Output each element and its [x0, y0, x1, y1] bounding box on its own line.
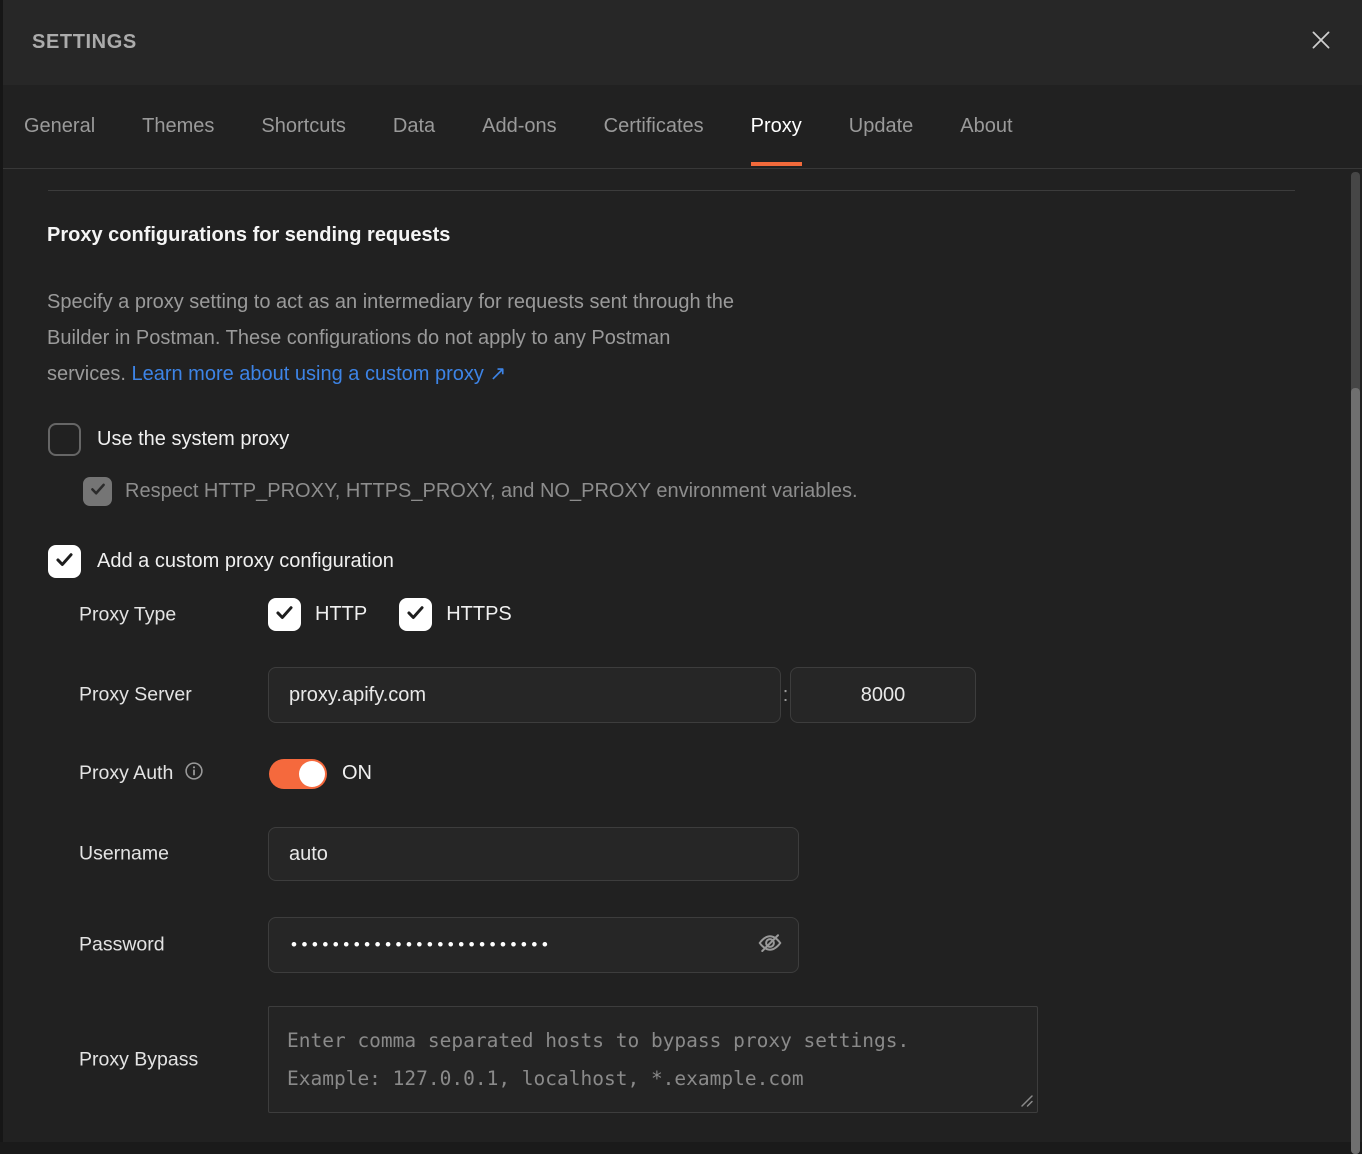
- check-icon: [89, 480, 107, 503]
- https-label: HTTPS: [446, 603, 512, 626]
- check-icon: [54, 549, 75, 575]
- resize-handle-icon[interactable]: [1019, 1093, 1034, 1108]
- proxy-type-https-option: HTTPS: [399, 598, 512, 631]
- host-port-separator: :: [781, 684, 790, 707]
- password-label: Password: [79, 934, 165, 957]
- respect-env-label: Respect HTTP_PROXY, HTTPS_PROXY, and NO_…: [125, 480, 858, 503]
- system-proxy-checkbox[interactable]: [48, 423, 81, 456]
- proxy-auth-label: Proxy Auth: [79, 762, 173, 785]
- section-title: Proxy configurations for sending request…: [47, 224, 450, 247]
- info-icon[interactable]: [183, 760, 205, 788]
- toggle-password-visibility-button[interactable]: [754, 929, 786, 961]
- proxy-type-http-option: HTTP: [268, 598, 367, 631]
- system-proxy-label: Use the system proxy: [97, 428, 289, 451]
- proxy-auth-toggle[interactable]: [269, 759, 327, 789]
- proxy-bypass-row: Proxy Bypass Enter comma separated hosts…: [0, 1006, 1362, 1113]
- tab-themes[interactable]: Themes: [142, 85, 214, 168]
- section-divider: [48, 190, 1295, 191]
- description-line-2: Builder in Postman. These configurations…: [47, 327, 670, 349]
- password-row: Password: [0, 917, 1362, 973]
- https-checkbox[interactable]: [399, 598, 432, 631]
- close-icon: [1308, 27, 1334, 58]
- tab-shortcuts[interactable]: Shortcuts: [261, 85, 345, 168]
- respect-env-row: Respect HTTP_PROXY, HTTPS_PROXY, and NO_…: [83, 477, 858, 506]
- tab-update[interactable]: Update: [849, 85, 914, 168]
- proxy-server-row: Proxy Server :: [0, 667, 1362, 723]
- check-icon: [405, 602, 426, 628]
- http-label: HTTP: [315, 603, 367, 626]
- check-icon: [274, 602, 295, 628]
- section-description: Specify a proxy setting to act as an int…: [47, 284, 734, 392]
- system-proxy-row: Use the system proxy: [48, 423, 289, 456]
- description-line-1: Specify a proxy setting to act as an int…: [47, 291, 734, 313]
- custom-proxy-row: Add a custom proxy configuration: [48, 545, 394, 578]
- password-input[interactable]: [269, 935, 754, 955]
- dialog-header: SETTINGS: [0, 0, 1362, 85]
- settings-tabbar: General Themes Shortcuts Data Add-ons Ce…: [0, 85, 1362, 169]
- scrollbar-thumb[interactable]: [1351, 388, 1360, 1154]
- window-bottom-edge: [0, 1142, 1362, 1154]
- custom-proxy-checkbox[interactable]: [48, 545, 81, 578]
- window-left-edge: [0, 0, 3, 1154]
- proxy-bypass-label: Proxy Bypass: [79, 1048, 198, 1071]
- settings-dialog: SETTINGS General Themes Shortcuts Data A…: [0, 0, 1362, 1154]
- proxy-bypass-textarea[interactable]: [268, 1006, 1038, 1113]
- tab-addons[interactable]: Add-ons: [482, 85, 557, 168]
- password-field: [268, 917, 799, 973]
- tab-proxy[interactable]: Proxy: [751, 85, 802, 168]
- username-label: Username: [79, 843, 169, 866]
- proxy-server-label: Proxy Server: [79, 684, 192, 707]
- proxy-type-label: Proxy Type: [79, 603, 176, 626]
- close-button[interactable]: [1306, 28, 1336, 58]
- tab-certificates[interactable]: Certificates: [604, 85, 704, 168]
- username-row: Username: [0, 827, 1362, 881]
- http-checkbox[interactable]: [268, 598, 301, 631]
- toggle-knob: [299, 761, 325, 787]
- custom-proxy-label: Add a custom proxy configuration: [97, 550, 394, 573]
- respect-env-checkbox: [83, 477, 112, 506]
- proxy-bypass-field: Enter comma separated hosts to bypass pr…: [268, 1006, 1038, 1113]
- tab-general[interactable]: General: [24, 85, 95, 168]
- dialog-title: SETTINGS: [32, 31, 137, 54]
- proxy-type-row: Proxy Type HTTP HTTPS: [0, 598, 1362, 631]
- proxy-host-input[interactable]: [268, 667, 781, 723]
- proxy-auth-state: ON: [342, 762, 372, 785]
- description-line-3: services.: [47, 363, 131, 385]
- eye-off-icon: [755, 928, 785, 963]
- tab-data[interactable]: Data: [393, 85, 435, 168]
- proxy-auth-row: Proxy Auth ON: [0, 757, 1362, 790]
- username-input[interactable]: [268, 827, 799, 881]
- proxy-port-input[interactable]: [790, 667, 976, 723]
- tab-about[interactable]: About: [960, 85, 1012, 168]
- learn-more-link[interactable]: Learn more about using a custom proxy ↗: [131, 363, 506, 385]
